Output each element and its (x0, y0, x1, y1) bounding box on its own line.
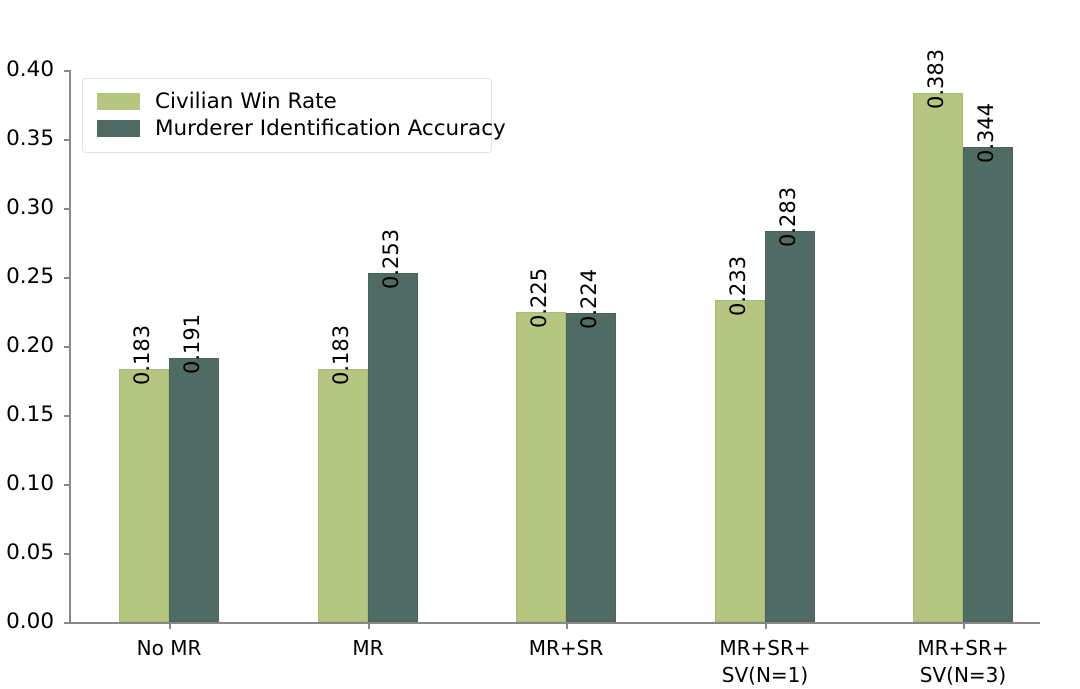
legend-swatch-murderer-identification-accuracy (97, 120, 140, 137)
y-tick-label: 0.25 (6, 264, 54, 289)
y-tick-label: 0.20 (6, 333, 54, 358)
legend: Civilian Win Rate Murderer Identificatio… (82, 78, 506, 153)
y-tick-label: 0.05 (6, 540, 54, 565)
x-tick-mark (963, 622, 965, 629)
legend-label-murderer-identification-accuracy: Murderer Identification Accuracy (155, 116, 506, 141)
bar-value-label: 0.233 (726, 256, 750, 317)
y-tick-label: 0.35 (6, 126, 54, 151)
legend-item-civilian-win-rate: Civilian Win Rate (97, 88, 479, 115)
x-tick-mark (169, 622, 171, 629)
bar-murderer-identification-accuracy-3 (765, 231, 815, 622)
x-axis-spine (70, 622, 1040, 624)
bar-value-label: 0.183 (329, 325, 353, 386)
x-tick-mark (566, 622, 568, 629)
y-tick-label: 0.15 (6, 402, 54, 427)
bar-value-label: 0.283 (776, 187, 800, 248)
bar-civilian-win-rate-1 (318, 369, 368, 622)
y-tick-label: 0.40 (6, 57, 54, 82)
bar-murderer-identification-accuracy-1 (368, 272, 418, 622)
bar-value-label: 0.183 (130, 325, 154, 386)
legend-label-civilian-win-rate: Civilian Win Rate (155, 89, 337, 114)
bar-civilian-win-rate-3 (715, 300, 765, 622)
y-tick-mark (64, 139, 70, 141)
y-tick-label: 0.00 (6, 609, 54, 634)
legend-item-murderer-identification-accuracy: Murderer Identification Accuracy (97, 115, 506, 142)
bar-value-label: 0.191 (180, 314, 204, 375)
x-tick-label: MR+SR (528, 636, 604, 660)
x-tick-label: MR+SR+ SV(N=3) (917, 636, 1009, 687)
bar-value-label: 0.344 (974, 103, 998, 164)
bar-murderer-identification-accuracy-2 (566, 312, 616, 622)
x-tick-label: No MR (136, 636, 202, 660)
x-tick-label: MR+SR+ SV(N=1) (719, 636, 811, 687)
bar-chart-figure: 0.00 0.05 0.10 0.15 0.20 0.25 0.30 0.35 0.40 No … (0, 0, 1080, 687)
bar-value-label: 0.225 (527, 267, 551, 328)
y-tick-label: 0.10 (6, 471, 54, 496)
bar-civilian-win-rate-4 (913, 93, 963, 622)
y-tick-label: 0.30 (6, 195, 54, 220)
y-tick-mark (64, 208, 70, 210)
y-tick-mark (64, 622, 70, 624)
y-tick-mark (64, 415, 70, 417)
y-tick-mark (64, 553, 70, 555)
bar-value-label: 0.253 (379, 228, 403, 289)
bar-value-label: 0.383 (924, 49, 948, 110)
y-tick-mark (64, 70, 70, 72)
bar-value-label: 0.224 (577, 268, 601, 329)
bar-civilian-win-rate-2 (516, 311, 566, 622)
y-tick-mark (64, 277, 70, 279)
bar-murderer-identification-accuracy-0 (169, 358, 219, 622)
x-tick-mark (368, 622, 370, 629)
legend-swatch-civilian-win-rate (97, 93, 140, 110)
bar-civilian-win-rate-0 (119, 369, 169, 622)
y-tick-mark (64, 346, 70, 348)
x-tick-label: MR (352, 636, 384, 660)
x-tick-mark (765, 622, 767, 629)
y-tick-mark (64, 484, 70, 486)
bar-murderer-identification-accuracy-4 (963, 147, 1013, 622)
